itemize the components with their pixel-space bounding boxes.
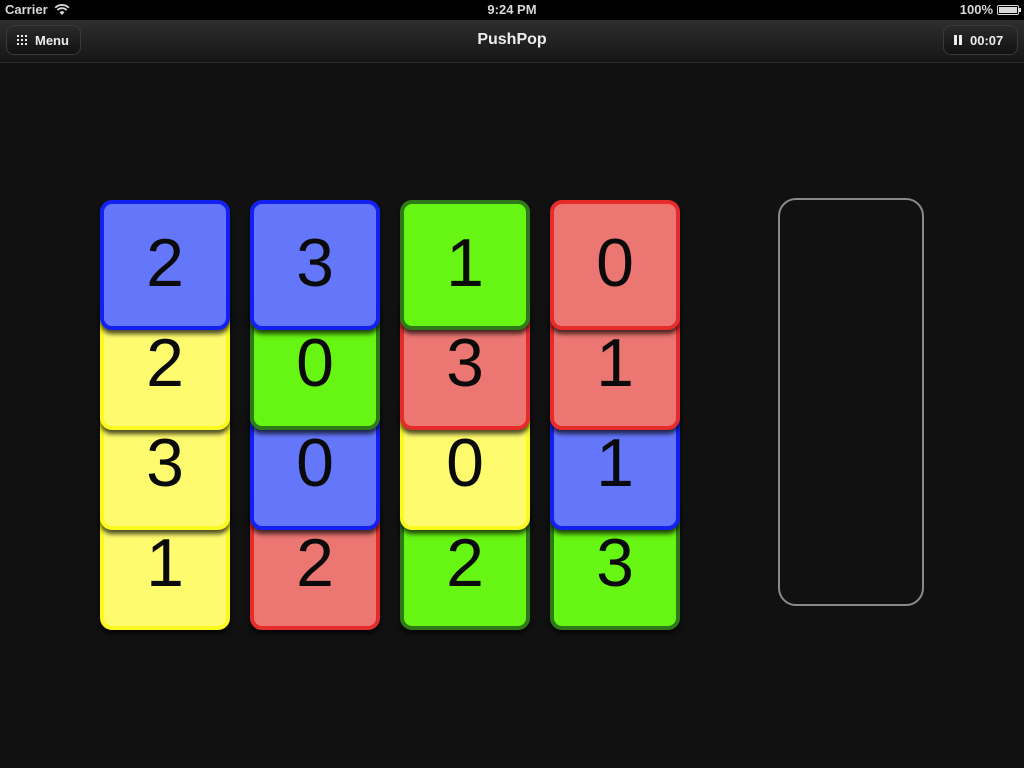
navigation-bar: Menu PushPop 00:07 [0, 20, 1024, 63]
tile-number: 1 [146, 525, 184, 601]
tile-number: 0 [296, 325, 334, 401]
tile-number: 0 [296, 425, 334, 501]
tile-number: 1 [446, 225, 484, 301]
tile-number: 2 [446, 525, 484, 601]
tile-number: 2 [146, 225, 184, 301]
stack-2-tile-4[interactable]: 3 [250, 200, 380, 330]
stack-3-tile-4[interactable]: 1 [400, 200, 530, 330]
tile-number: 2 [146, 325, 184, 401]
tile-number: 3 [146, 425, 184, 501]
battery-indicator: 100% [959, 2, 1021, 17]
stack-1-tile-4[interactable]: 2 [100, 200, 230, 330]
tile-number: 3 [446, 325, 484, 401]
pause-timer-button[interactable]: 00:07 [943, 25, 1018, 55]
timer-label: 00:07 [970, 32, 1004, 48]
tile-number: 1 [596, 325, 634, 401]
pause-icon [954, 35, 962, 45]
tile-number: 0 [596, 225, 634, 301]
tile-number: 3 [296, 225, 334, 301]
status-bar: Carrier 9:24 PM 100% [0, 0, 1024, 20]
stack-4-tile-4[interactable]: 0 [550, 200, 680, 330]
tile-number: 0 [446, 425, 484, 501]
page-title: PushPop [477, 31, 547, 48]
battery-icon [997, 4, 1021, 15]
clock: 9:24 PM [487, 2, 537, 17]
tile-number: 3 [596, 525, 634, 601]
battery-percent: 100% [959, 2, 993, 17]
target-stack-slot[interactable] [778, 198, 924, 606]
tile-number: 2 [296, 525, 334, 601]
tile-number: 1 [596, 425, 634, 501]
